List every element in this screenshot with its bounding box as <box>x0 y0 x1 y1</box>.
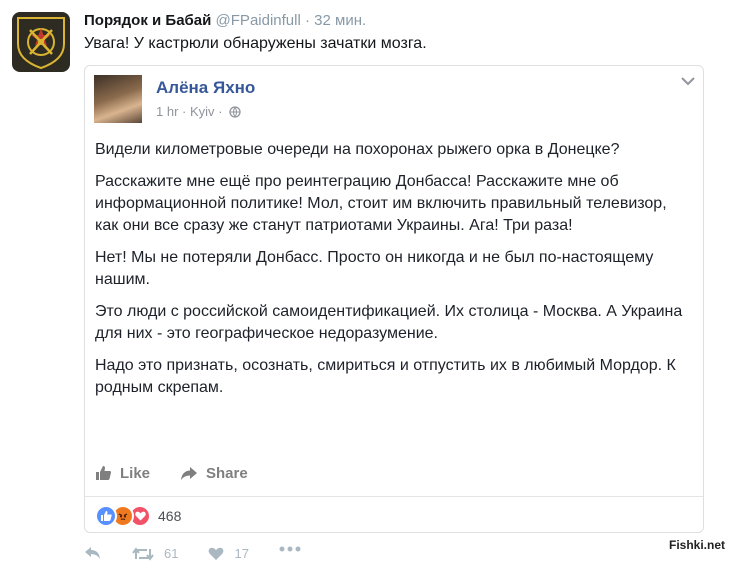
post-body: Видели километровые очереди на похоронах… <box>95 139 693 409</box>
post-time[interactable]: 1 hr <box>156 104 178 119</box>
globe-icon <box>229 106 241 118</box>
watermark: Fishki.net <box>668 538 725 552</box>
meta-separator: · <box>182 104 187 119</box>
post-meta: 1 hr · Kyiv · <box>156 104 241 119</box>
army-emblem-icon <box>17 17 65 70</box>
thumbs-up-icon <box>96 466 111 480</box>
tweet-timestamp[interactable]: 32 мин. <box>314 12 366 29</box>
reaction-count: 468 <box>158 508 182 524</box>
like-reaction-icon <box>95 505 117 527</box>
like-button[interactable]: Like <box>95 465 150 482</box>
post-actions: Like Share <box>95 461 278 485</box>
author-handle[interactable]: @FPaidinfull <box>216 12 301 29</box>
more-button[interactable] <box>279 546 301 552</box>
like-label: Like <box>120 464 151 482</box>
post-author-avatar[interactable] <box>94 75 142 123</box>
reply-icon <box>85 547 100 559</box>
chevron-down-icon[interactable] <box>681 76 695 86</box>
post-paragraph: Расскажите мне ещё про реинтеграцию Донб… <box>95 173 667 234</box>
post-paragraph: Видели километровые очереди на похоронах… <box>95 141 620 158</box>
more-dots-icon <box>279 546 301 552</box>
retweet-icon <box>132 546 154 561</box>
embedded-post-card: Алёна Яхно 1 hr · Kyiv · Видели километр… <box>84 65 704 533</box>
author-avatar[interactable] <box>12 12 70 72</box>
post-paragraph: Нет! Мы не потеряли Донбасс. Просто он н… <box>95 249 654 288</box>
actions-divider <box>85 496 703 497</box>
heart-icon <box>209 547 224 560</box>
meta-separator-2: · <box>218 104 223 119</box>
share-arrow-icon <box>181 466 198 480</box>
post-paragraph: Это люди с российской самоидентификацией… <box>95 303 683 342</box>
tweet-text: Увага! У кастрюли обнаружены зачатки моз… <box>84 35 427 52</box>
separator: · <box>304 12 310 29</box>
reply-button[interactable] <box>84 546 102 560</box>
share-button[interactable]: Share <box>180 465 248 482</box>
post-author-name[interactable]: Алёна Яхно <box>156 78 255 98</box>
reactions-summary[interactable]: 468 <box>95 505 181 527</box>
post-paragraph: Надо это признать, осознать, смириться и… <box>95 357 676 396</box>
share-label: Share <box>206 464 248 482</box>
tweet-header: Порядок и Бабай @FPaidinfull · 32 мин. <box>84 12 366 29</box>
post-location[interactable]: Kyiv <box>190 104 215 119</box>
author-name[interactable]: Порядок и Бабай <box>84 12 211 29</box>
